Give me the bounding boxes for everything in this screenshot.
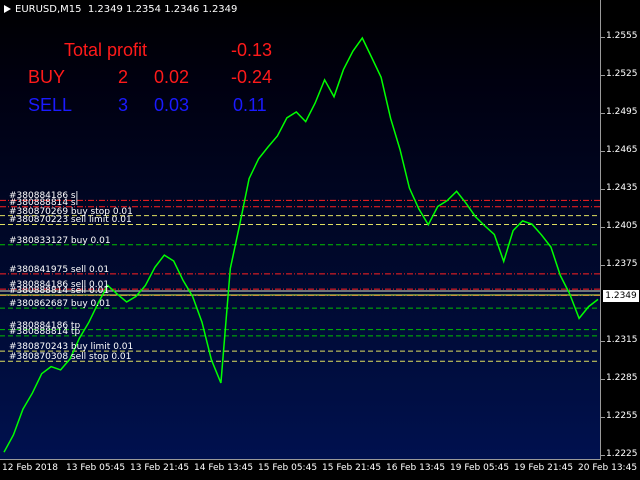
order-label: #380870223 sell limit 0.01 [9,215,132,226]
price-tick: 1.2525 [601,69,638,79]
order-label: #380862687 buy 0.01 [9,299,111,310]
price-tick: 1.2375 [601,259,638,269]
sell-count: 3 [118,95,129,115]
order-label: #380833127 buy 0.01 [9,235,111,246]
price-tick: 1.2465 [601,145,638,155]
total-profit-value: -0.13 [231,40,273,60]
sell-label: SELL [28,95,73,115]
order-label: #380888814 sell 0.01 [9,286,110,297]
price-tick: 1.2255 [601,411,638,421]
profit-stats-panel: Total profit -0.13 BUY 2 0.02 -0.24 SELL… [0,0,300,120]
order-label: #380870243 buy limit 0.01 [9,342,134,353]
sell-lots: 0.03 [154,95,190,115]
price-tick: 1.2495 [601,107,638,117]
buy-count: 2 [118,67,129,87]
chart-window[interactable]: EURUSD,M15 1.2349 1.2354 1.2346 1.2349 T… [0,0,640,480]
buy-label: BUY [28,67,66,87]
time-tick: 12 Feb 2018 [2,463,59,473]
time-tick: 15 Feb 05:45 [258,463,318,473]
time-tick: 19 Feb 05:45 [450,463,510,473]
buy-profit: -0.24 [231,67,273,87]
price-tick: 1.2315 [601,335,638,345]
time-tick: 19 Feb 21:45 [514,463,574,473]
current-price-label: 1.2349 [603,290,639,302]
time-tick: 15 Feb 21:45 [322,463,382,473]
order-label: #380888814 tp [9,326,81,337]
sell-profit: 0.11 [233,95,267,115]
time-tick: 20 Feb 13:45 [578,463,638,473]
order-label: #380841975 sell 0.01 [9,264,110,275]
price-tick: 1.2435 [601,183,638,193]
order-label: #380870308 sell stop 0.01 [9,352,132,363]
time-tick: 13 Feb 21:45 [130,463,190,473]
price-tick: 1.2555 [601,31,638,41]
price-tick: 1.2225 [601,449,638,459]
time-tick: 16 Feb 13:45 [386,463,446,473]
time-tick: 13 Feb 05:45 [66,463,126,473]
time-tick: 14 Feb 13:45 [194,463,254,473]
total-profit-label: Total profit [64,40,148,60]
price-tick: 1.2405 [601,221,638,231]
buy-lots: 0.02 [154,67,190,87]
price-tick: 1.2285 [601,373,638,383]
